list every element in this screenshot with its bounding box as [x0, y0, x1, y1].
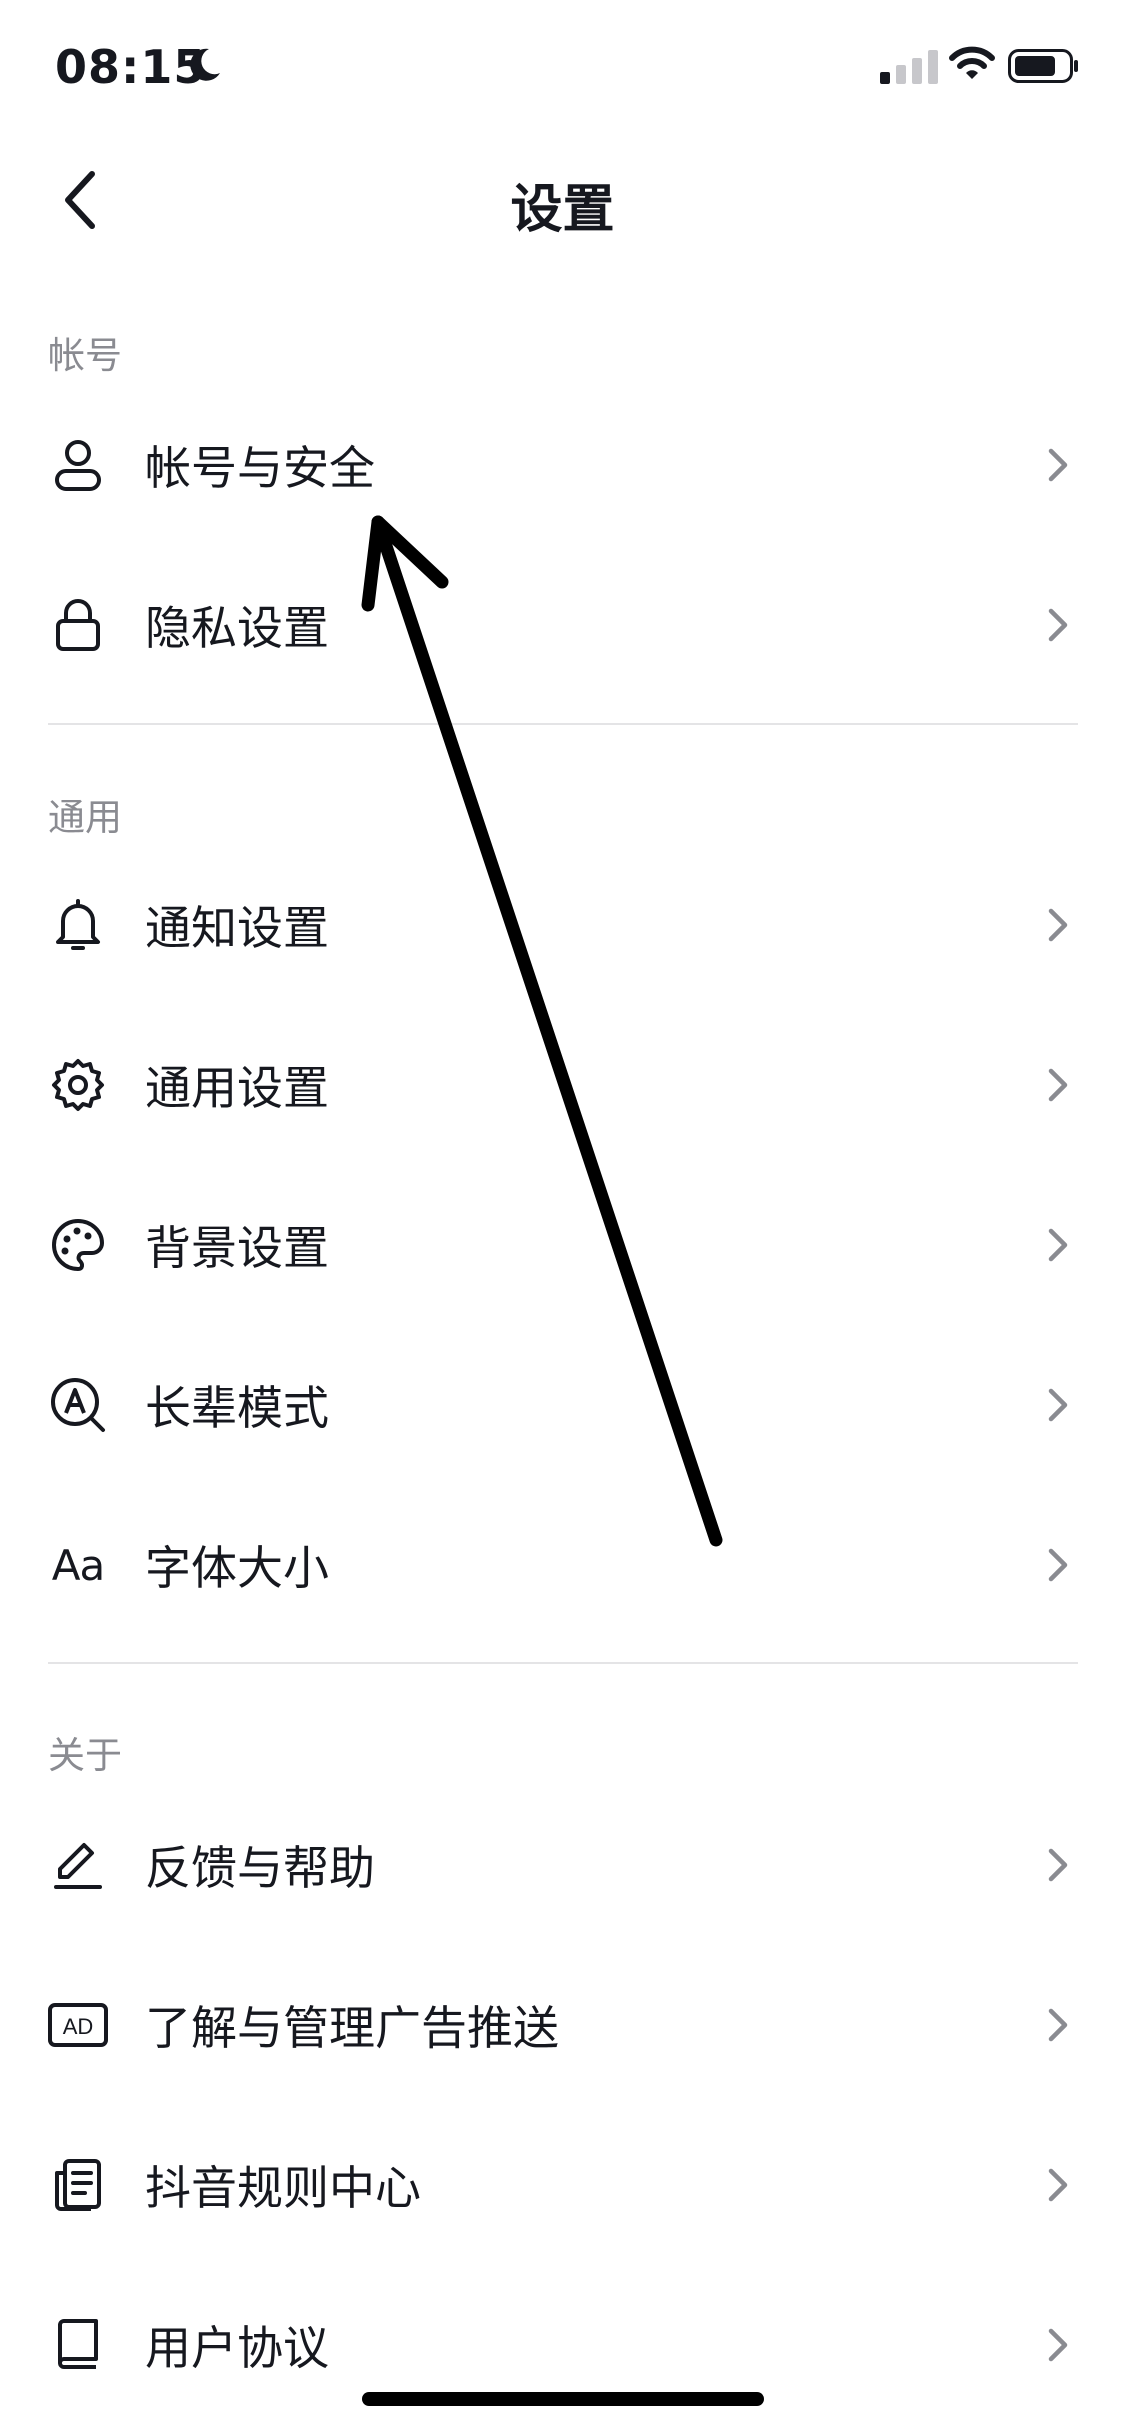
home-indicator	[362, 2392, 764, 2406]
chevron-right-icon	[1048, 2328, 1068, 2362]
chevron-right-icon	[1048, 1228, 1068, 1262]
menu-item-elder-mode[interactable]: 长辈模式	[0, 1325, 1125, 1485]
lock-icon	[46, 593, 110, 657]
chevron-right-icon	[1048, 1548, 1068, 1582]
section-divider	[48, 723, 1078, 725]
bell-icon	[46, 893, 110, 957]
elder-mode-icon	[46, 1373, 110, 1437]
cellular-signal-icon	[880, 50, 938, 84]
menu-item-background-settings[interactable]: 背景设置	[0, 1165, 1125, 1325]
ad-icon: AD	[46, 1993, 110, 2057]
menu-item-label: 了解与管理广告推送	[145, 2001, 559, 2055]
wifi-icon	[949, 46, 995, 79]
navigation-bar: 设置	[0, 140, 1125, 260]
menu-item-label: 长辈模式	[145, 1381, 329, 1435]
chevron-right-icon	[1048, 608, 1068, 642]
menu-item-rules-center[interactable]: 抖音规则中心	[0, 2105, 1125, 2265]
chevron-right-icon	[1048, 2008, 1068, 2042]
user-icon	[46, 433, 110, 497]
book-icon	[46, 2313, 110, 2377]
menu-item-label: 反馈与帮助	[145, 1841, 375, 1895]
palette-icon	[46, 1213, 110, 1277]
section-header-general: 通用	[48, 796, 122, 839]
menu-item-label: 背景设置	[145, 1221, 329, 1275]
menu-item-label: 通知设置	[145, 901, 329, 955]
menu-item-label: 帐号与安全	[145, 441, 375, 495]
chevron-right-icon	[1048, 1068, 1068, 1102]
section-header-account: 帐号	[48, 334, 122, 377]
menu-item-account-security[interactable]: 帐号与安全	[0, 385, 1125, 545]
menu-item-label: 用户协议	[145, 2321, 329, 2375]
menu-item-ad-management[interactable]: AD 了解与管理广告推送	[0, 1945, 1125, 2105]
menu-item-notification-settings[interactable]: 通知设置	[0, 845, 1125, 1005]
chevron-right-icon	[1048, 448, 1068, 482]
section-header-about: 关于	[48, 1734, 122, 1777]
menu-item-label: 字体大小	[145, 1541, 329, 1595]
moon-icon	[190, 48, 220, 81]
menu-item-label: 通用设置	[145, 1061, 329, 1115]
chevron-right-icon	[1048, 1388, 1068, 1422]
gear-icon	[46, 1053, 110, 1117]
battery-icon	[1008, 49, 1078, 83]
chevron-right-icon	[1048, 2168, 1068, 2202]
chevron-right-icon	[1048, 908, 1068, 942]
menu-item-feedback-help[interactable]: 反馈与帮助	[0, 1785, 1125, 1945]
chevron-right-icon	[1048, 1848, 1068, 1882]
font-size-icon: Aa	[51, 1540, 105, 1590]
svg-text:AD: AD	[63, 2014, 94, 2039]
menu-item-label: 抖音规则中心	[145, 2161, 421, 2215]
status-bar: 08:15	[0, 0, 1125, 140]
page-title: 设置	[510, 180, 615, 240]
section-divider	[48, 1662, 1078, 1664]
menu-item-font-size[interactable]: Aa 字体大小	[0, 1485, 1125, 1645]
edit-pencil-icon	[46, 1833, 110, 1897]
status-time: 08:15	[55, 40, 207, 94]
menu-item-label: 隐私设置	[145, 601, 329, 655]
menu-item-general-settings[interactable]: 通用设置	[0, 1005, 1125, 1165]
document-list-icon	[46, 2153, 110, 2217]
menu-item-privacy-settings[interactable]: 隐私设置	[0, 545, 1125, 705]
